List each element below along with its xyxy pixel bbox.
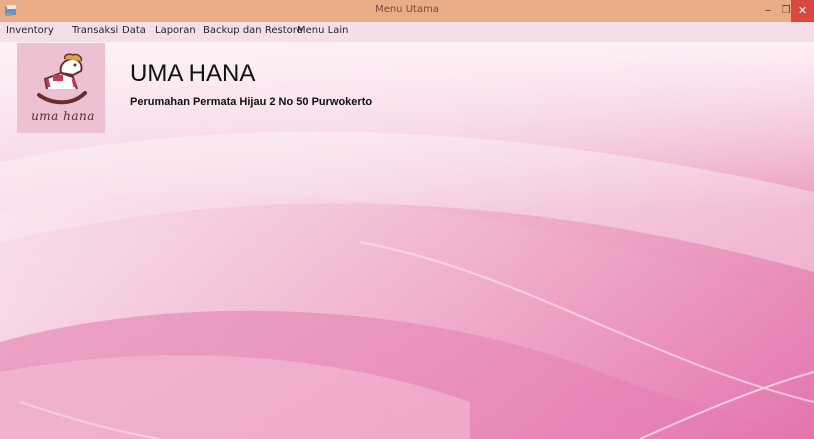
background-wallpaper [0, 42, 814, 439]
logo-caption: uma hana [31, 109, 95, 123]
menu-lain[interactable]: Menu Lain [297, 25, 348, 36]
menu-inventory[interactable]: Inventory [6, 25, 54, 36]
menu-data[interactable]: Data [122, 25, 146, 36]
menu-bar: Inventory Transaksi Data Laporan Backup … [0, 22, 814, 42]
company-name: UMA HANA [130, 60, 256, 87]
company-logo: uma hana [17, 43, 105, 133]
menu-transaksi[interactable]: Transaksi [72, 25, 118, 36]
rocking-horse-icon [37, 53, 87, 105]
window-title: Menu Utama [375, 4, 439, 15]
close-button[interactable]: ✕ [791, 0, 814, 22]
menu-laporan[interactable]: Laporan [155, 25, 196, 36]
menu-backup-restore[interactable]: Backup dan Restore [203, 25, 303, 36]
company-address: Perumahan Permata Hijau 2 No 50 Purwoker… [130, 96, 373, 108]
main-window: Menu Utama – ❐ ✕ Inventory Transaksi Dat… [0, 0, 814, 439]
title-bar[interactable]: Menu Utama – ❐ ✕ [0, 0, 814, 22]
